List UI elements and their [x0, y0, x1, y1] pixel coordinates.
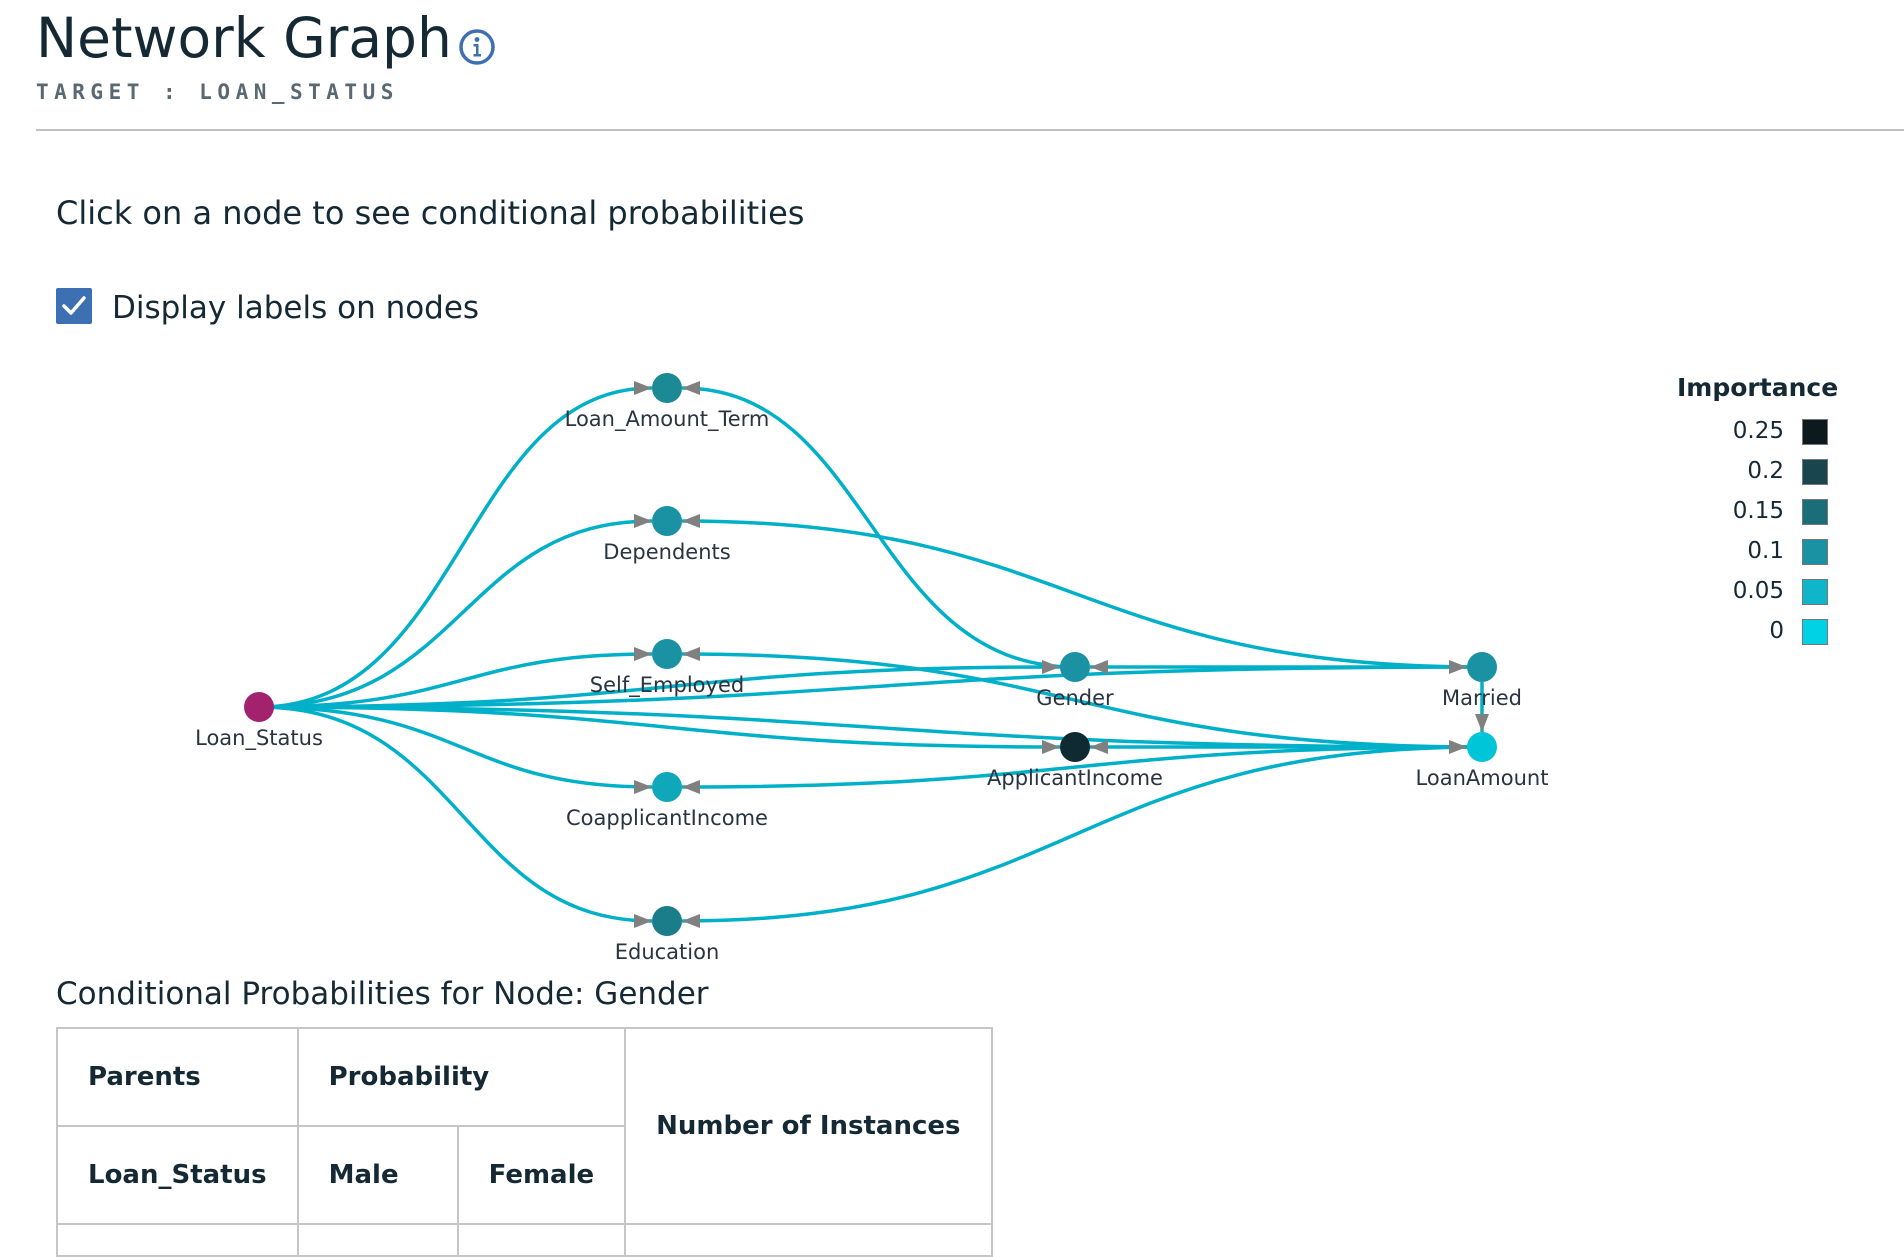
header-divider: [36, 129, 1904, 131]
legend-swatch: [1802, 619, 1828, 645]
nodes-layer: Loan_Status Loan_Amount_Term Dependents Sel…: [195, 373, 1548, 964]
edge-arrow: [1449, 660, 1467, 674]
node-loan-status[interactable]: Loan_Status: [195, 692, 323, 751]
node-label: Education: [615, 940, 720, 964]
edge-arrow: [682, 514, 700, 528]
legend-title: Importance: [1677, 373, 1839, 402]
edge-arrow: [1449, 740, 1467, 754]
header-value-female: Female: [456, 1125, 627, 1225]
edge-arrow: [1475, 714, 1489, 732]
legend-value: 0.1: [1747, 538, 1784, 564]
page-title: Network Graph: [36, 6, 452, 70]
edge-arrow: [682, 914, 700, 928]
edge-loan_status-to-married: [258, 665, 1468, 709]
target-subtitle: TARGET : LOAN_STATUS: [36, 80, 399, 104]
table-cell: [296, 1223, 459, 1257]
node-married[interactable]: Married: [1442, 652, 1522, 710]
edge-arrow: [634, 514, 652, 528]
node-circle[interactable]: [1467, 652, 1497, 682]
node-circle[interactable]: [652, 906, 682, 936]
edge-arrow: [634, 647, 652, 661]
node-circle[interactable]: [652, 506, 682, 536]
node-loan-amount-term[interactable]: Loan_Amount_Term: [565, 373, 770, 432]
node-circle[interactable]: [652, 639, 682, 669]
node-dependents[interactable]: Dependents: [603, 506, 731, 564]
header-number-of-instances: Number of Instances: [624, 1027, 993, 1225]
node-circle[interactable]: [244, 692, 274, 722]
header-probability: Probability: [296, 1027, 627, 1127]
edge-arrow: [634, 914, 652, 928]
legend-swatch: [1802, 579, 1828, 605]
node-label: LoanAmount: [1416, 766, 1549, 790]
node-label: Self_Employed: [590, 673, 744, 698]
node-label: Loan_Status: [195, 726, 323, 751]
edge-arrow: [682, 780, 700, 794]
node-label: Married: [1442, 686, 1522, 710]
node-coapplicant-income[interactable]: CoapplicantIncome: [566, 772, 768, 830]
node-education[interactable]: Education: [615, 906, 720, 964]
display-labels-checkbox[interactable]: [56, 288, 92, 324]
edges-layer: [258, 386, 1484, 923]
table-cell: [456, 1223, 627, 1257]
edge-arrow: [1042, 660, 1060, 674]
edge-arrow: [682, 647, 700, 661]
legend-swatch: [1802, 499, 1828, 525]
edge-arrow: [682, 381, 700, 395]
legend-value: 0.25: [1732, 418, 1784, 444]
info-icon[interactable]: [458, 28, 496, 66]
node-circle[interactable]: [652, 373, 682, 403]
header-value-male: Male: [296, 1125, 459, 1225]
edge-arrow: [634, 381, 652, 395]
header-parent-name: Loan_Status: [56, 1125, 299, 1225]
header-parents: Parents: [56, 1027, 299, 1127]
edge-loan_status-to-applicant_income: [258, 705, 1061, 749]
display-labels-label: Display labels on nodes: [112, 290, 480, 326]
legend-value: 0: [1769, 618, 1784, 644]
edge-arrow: [1042, 740, 1060, 754]
edge-arrow: [634, 780, 652, 794]
legend-swatch: [1802, 539, 1828, 565]
edge-loan_status-to-loan_amount: [258, 705, 1468, 749]
edge-arrow: [1090, 740, 1108, 754]
node-circle[interactable]: [1060, 732, 1090, 762]
legend-swatch: [1802, 419, 1828, 445]
arrows-layer: [634, 381, 1489, 928]
checkmark-icon: [62, 296, 86, 315]
legend-item: 0.2: [1700, 458, 1830, 488]
instruction-text: Click on a node to see conditional proba…: [56, 194, 805, 232]
legend-item: 0.05: [1700, 578, 1830, 608]
edge-loan_status-to-loan_amount_term: [258, 386, 653, 709]
edge-arrow: [1090, 660, 1108, 674]
table-cell: [56, 1223, 299, 1257]
node-label: Dependents: [603, 540, 730, 564]
node-circle[interactable]: [1467, 732, 1497, 762]
legend-item: 0.15: [1700, 498, 1830, 528]
node-gender[interactable]: Gender: [1036, 652, 1114, 710]
node-label: Gender: [1036, 686, 1114, 710]
legend-item: 0.25: [1700, 418, 1830, 448]
legend-value: 0.15: [1732, 498, 1784, 524]
legend-item: 0.1: [1700, 538, 1830, 568]
node-applicant-income[interactable]: ApplicantIncome: [987, 732, 1163, 790]
legend-value: 0.2: [1747, 458, 1784, 484]
legend-item: 0: [1700, 618, 1830, 648]
node-circle[interactable]: [1060, 652, 1090, 682]
edge-married-to-dependents: [681, 519, 1483, 669]
node-label: Loan_Amount_Term: [565, 407, 770, 432]
conditional-probabilities-title: Conditional Probabilities for Node: Gend…: [56, 976, 709, 1012]
node-circle[interactable]: [652, 772, 682, 802]
legend-swatch: [1802, 459, 1828, 485]
conditional-probabilities-table: Parents Probability Number of Instances …: [56, 1027, 993, 1257]
node-label: CoapplicantIncome: [566, 806, 768, 830]
table-cell: [624, 1223, 993, 1257]
legend-value: 0.05: [1732, 578, 1784, 604]
node-self-employed[interactable]: Self_Employed: [590, 639, 744, 698]
node-label: ApplicantIncome: [987, 766, 1163, 790]
node-loan-amount[interactable]: LoanAmount: [1416, 732, 1549, 790]
